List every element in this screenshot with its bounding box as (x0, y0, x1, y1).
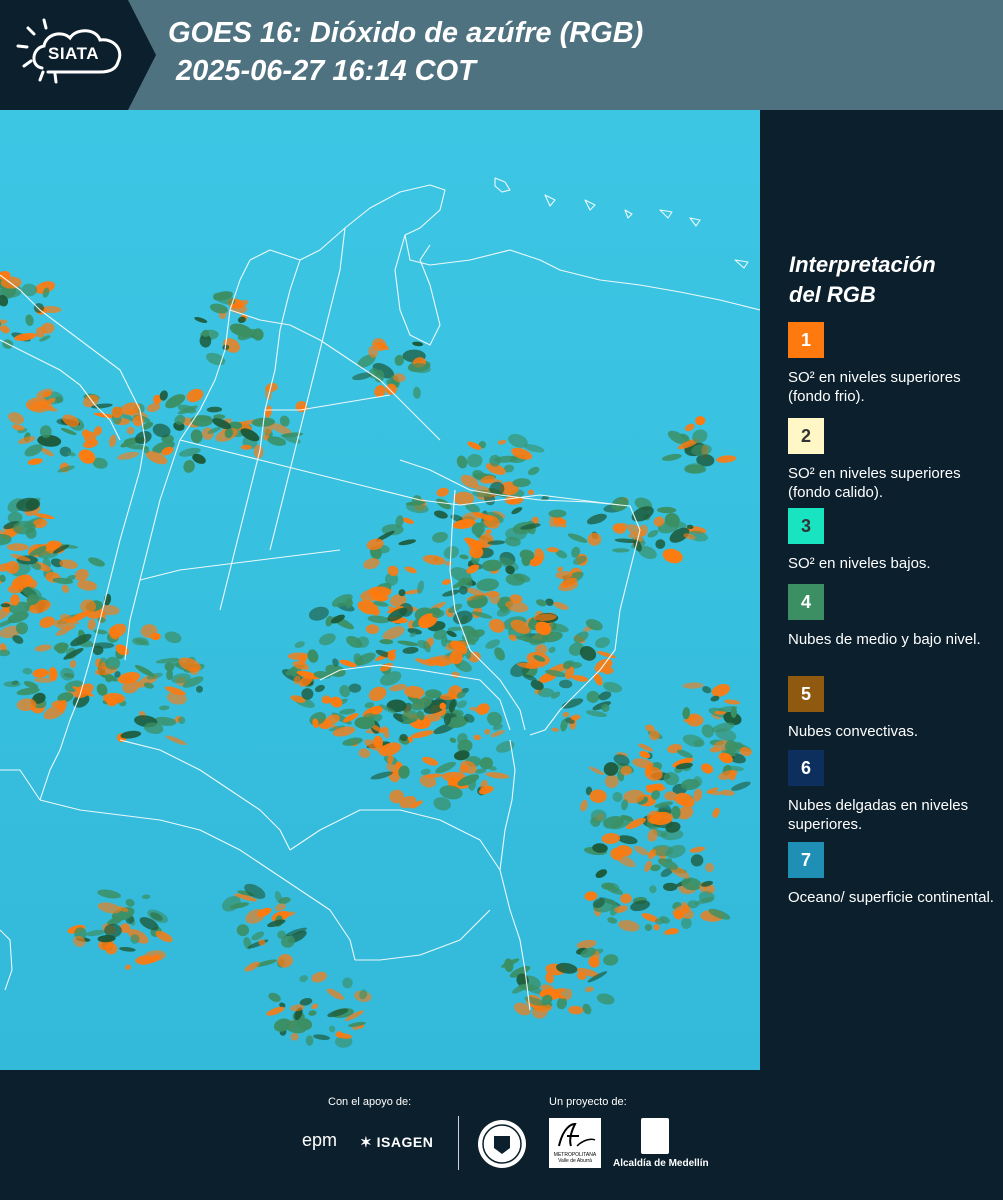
cloud-blob (535, 644, 548, 655)
legend-number: 3 (800, 515, 811, 536)
siata-logo: SIATA (0, 0, 160, 110)
legend-item: 3 SO² en niveles bajos. (788, 508, 998, 573)
alcaldia-text: Alcaldía de Medellín (613, 1158, 709, 1169)
header: SIATA GOES 16: Dióxido de azúfre (RGB) 2… (0, 0, 1003, 110)
legend-title-line1: Interpretación (789, 252, 936, 277)
legend-text: Nubes delgadas en niveles superiores. (788, 797, 969, 833)
cloud-blob (348, 683, 362, 693)
legend-swatch: 3 (788, 508, 824, 544)
isagen-text: ISAGEN (376, 1134, 434, 1150)
legend-number: 4 (800, 591, 811, 612)
legend-swatch: 6 (788, 750, 824, 786)
legend-text: Oceano/ superficie continental. (788, 889, 994, 906)
legend-item: 2 SO² en niveles superiores (fondo calid… (788, 418, 998, 502)
legend-item: 7 Oceano/ superficie continental. (788, 842, 998, 907)
alcaldia-shield-icon (641, 1118, 669, 1154)
cloud-blob (663, 882, 678, 892)
cloud-blob (287, 652, 311, 660)
legend-text: Nubes de medio y bajo nivel. (788, 631, 981, 648)
legend-number: 5 (800, 683, 811, 704)
cloud-blob (441, 634, 448, 647)
legend-swatch: 1 (788, 322, 824, 358)
legend-title: Interpretación del RGB (789, 250, 936, 310)
cloud-blob (612, 548, 630, 553)
legend-number: 2 (800, 425, 811, 446)
page-title: GOES 16: Dióxido de azúfre (RGB) 2025-06… (168, 14, 643, 90)
medellin-seal-icon (478, 1120, 526, 1168)
satellite-map (0, 110, 760, 1070)
cloud-blob (3, 681, 21, 688)
support-label: Con el apoyo de: (328, 1096, 412, 1108)
title-line1: GOES 16: Dióxido de azúfre (RGB) (168, 17, 644, 49)
logo-text: SIATA (48, 44, 99, 63)
legend-text: SO² en niveles superiores (fondo calido)… (788, 465, 961, 501)
legend-number: 6 (800, 757, 811, 778)
legend-panel: Interpretación del RGB 1 SO² en niveles … (762, 110, 1003, 1070)
legend-number: 1 (800, 329, 811, 350)
legend-swatch: 4 (788, 584, 824, 620)
isagen-logo: ✶ ISAGEN (360, 1134, 434, 1150)
legend-number: 7 (800, 849, 811, 870)
legend-text: SO² en niveles superiores (fondo frio). (788, 369, 961, 405)
legend-text: SO² en niveles bajos. (788, 555, 931, 572)
legend-item: 4 Nubes de medio y bajo nivel. (788, 584, 998, 649)
legend-item: 5 Nubes convectivas. (788, 676, 998, 741)
epm-logo: epm (302, 1130, 338, 1150)
legend-text: Nubes convectivas. (788, 723, 919, 740)
legend-swatch: 7 (788, 842, 824, 878)
cloud-blob (130, 934, 140, 944)
footer: Con el apoyo de: Un proyecto de: epm ✶ I… (0, 1070, 1003, 1200)
legend-title-line2: del RGB (789, 282, 876, 307)
title-line2: 2025-06-27 16:14 COT (176, 55, 476, 87)
project-label: Un proyecto de: (549, 1096, 627, 1108)
metro-text: METROPOLITANA Valle de Aburrá (553, 1152, 597, 1164)
legend-swatch: 5 (788, 676, 824, 712)
footer-divider (458, 1116, 459, 1170)
legend-item: 6 Nubes delgadas en niveles superiores. (788, 750, 998, 834)
area-metropolitana-logo: METROPOLITANA Valle de Aburrá (549, 1118, 601, 1168)
legend-item: 1 SO² en niveles superiores (fondo frio)… (788, 322, 998, 406)
legend-swatch: 2 (788, 418, 824, 454)
